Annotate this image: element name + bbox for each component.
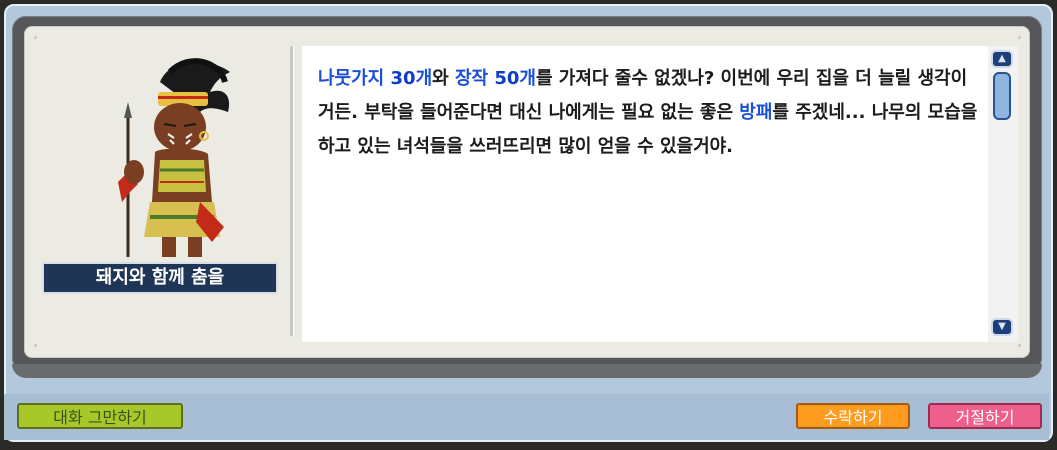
panel-bottom-strip bbox=[12, 364, 1042, 378]
panel-rivet bbox=[1018, 36, 1021, 39]
accept-button[interactable]: 수락하기 bbox=[796, 403, 910, 429]
dialog-text-area: 나뭇가지 30개와 장작 50개를 가져다 줄수 없겠나? 이번에 우리 집을 … bbox=[302, 46, 988, 342]
panel-rivet bbox=[1018, 344, 1021, 347]
dialog-scrollbar[interactable]: ▲ ▼ bbox=[988, 46, 1018, 342]
panel-rivet bbox=[34, 36, 37, 39]
dialog-text-part: 와 bbox=[432, 68, 455, 89]
end-chat-button[interactable]: 대화 그만하기 bbox=[17, 403, 183, 429]
scroll-up-arrow-icon[interactable]: ▲ bbox=[991, 50, 1013, 68]
panel-rivet bbox=[34, 344, 37, 347]
item-name-firewood: 장작 bbox=[454, 68, 495, 89]
dialog-text: 나뭇가지 30개와 장작 50개를 가져다 줄수 없겠나? 이번에 우리 집을 … bbox=[318, 62, 978, 164]
item-name-branch: 나뭇가지 bbox=[318, 68, 391, 89]
npc-portrait bbox=[118, 58, 230, 257]
item-unit-branch: 개 bbox=[415, 68, 433, 89]
scrollbar-thumb[interactable] bbox=[993, 72, 1011, 120]
decline-button[interactable]: 거절하기 bbox=[928, 403, 1042, 429]
item-count-branch: 30 bbox=[390, 68, 416, 89]
reward-item-shield: 방패 bbox=[739, 102, 773, 123]
item-count-firewood: 50 bbox=[494, 68, 520, 89]
panel-divider bbox=[290, 46, 294, 336]
item-unit-firewood: 개 bbox=[519, 68, 536, 89]
npc-name-label: 돼지와 함께 춤을 bbox=[42, 262, 278, 294]
scroll-down-arrow-icon[interactable]: ▼ bbox=[991, 318, 1013, 336]
